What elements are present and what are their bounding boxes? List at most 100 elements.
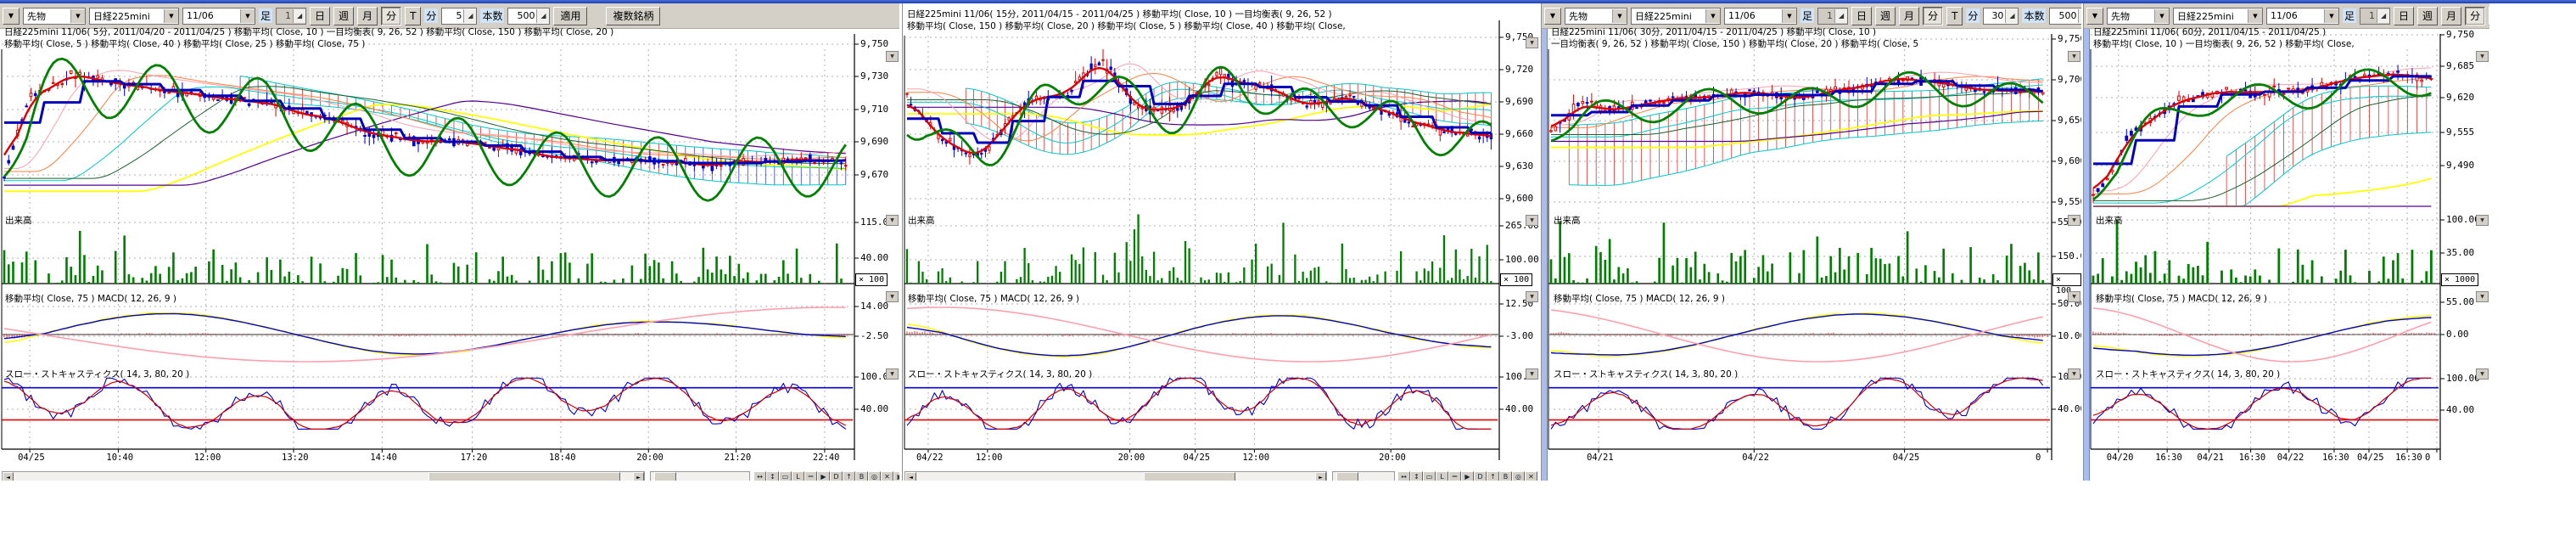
volume_ticks-tick-label: 150.00: [2058, 250, 2081, 262]
chart-tool-button[interactable]: ↑: [843, 471, 855, 481]
collapse-section-icon[interactable]: ▼: [1526, 291, 1538, 302]
chart-panel-nikkei-225mini-15min: 日経225mini 11/06( 15分, 2011/04/15 - 2011/…: [902, 3, 1539, 481]
price_ticks-tick-label: 9,490: [2446, 160, 2474, 171]
volume_ticks-tick-label: 35.00: [2446, 247, 2474, 258]
chart-tool-button[interactable]: ✕: [1525, 471, 1537, 481]
stoch_ticks-tick-label: 40.00: [860, 403, 888, 414]
chart-canvas[interactable]: [1542, 3, 2081, 481]
scroll-left-icon[interactable]: ◄: [905, 472, 916, 481]
chart-tool-button[interactable]: L: [1436, 471, 1448, 481]
zoom-slider-track[interactable]: [1333, 472, 1394, 481]
chart-tool-button[interactable]: ↑: [1487, 471, 1499, 481]
chart-tool-button[interactable]: ▶: [817, 471, 830, 481]
collapse-section-icon[interactable]: ▼: [1526, 368, 1538, 380]
stoch-section-label: スロー・ストキャスティクス( 14, 3, 80, 20 ): [908, 368, 1092, 380]
zoom-slider-thumb[interactable]: [1336, 472, 1358, 481]
time-axis-label: 0: [2425, 453, 2430, 463]
chart-tool-button[interactable]: ↔: [1397, 471, 1410, 481]
chart-tool-button[interactable]: D: [830, 471, 843, 481]
price_ticks-tick-label: 9,750: [2058, 33, 2081, 44]
chart-canvas[interactable]: [2084, 3, 2489, 481]
price_ticks-tick-label: 9,690: [860, 136, 888, 147]
volume-scale-badge: × 100: [2052, 273, 2081, 286]
chart-line: [907, 316, 1491, 356]
chart-title: 日経225mini 11/06( 60分, 2011/04/15 - 2011/…: [2093, 26, 2355, 50]
stoch_ticks-tick-label: 40.00: [1505, 403, 1533, 414]
macd-section-label: 移動平均( Close, 75 ) MACD( 12, 26, 9 ): [5, 292, 176, 305]
price_ticks-tick-label: 9,650: [2058, 115, 2081, 126]
chart-tool-button[interactable]: B: [855, 471, 868, 481]
chart-tool-button[interactable]: L: [792, 471, 804, 481]
chart-canvas[interactable]: [0, 3, 899, 481]
time-axis-label: 04/25: [18, 453, 45, 463]
chart-tool-button[interactable]: ◎: [868, 471, 881, 481]
chart-tool-button[interactable]: ✕: [881, 471, 893, 481]
zoom-slider[interactable]: [650, 471, 750, 481]
chart-title: 日経225mini 11/06( 5分, 2011/04/20 - 2011/0…: [4, 26, 613, 50]
price_ticks-tick-label: 9,630: [1505, 160, 1533, 172]
chart-tool-button[interactable]: ↔: [753, 471, 766, 481]
collapse-section-icon[interactable]: ▼: [1526, 215, 1538, 226]
price_ticks-tick-label: 9,620: [2446, 92, 2474, 103]
scroll-right-icon[interactable]: ►: [633, 472, 644, 481]
collapse-section-icon[interactable]: ▼: [2476, 291, 2489, 302]
horizontal-scrollbar[interactable]: ◄►: [2, 471, 645, 481]
time-axis-label: 04/25: [1893, 453, 1920, 463]
chart-line: [1551, 310, 2043, 362]
chart-tool-button[interactable]: ▶: [1461, 471, 1474, 481]
chart-line: [1551, 76, 2043, 127]
collapse-section-icon[interactable]: ▼: [2068, 215, 2080, 226]
chart-tool-button[interactable]: ＝: [1448, 471, 1461, 481]
horizontal-scrollbar[interactable]: ◄►: [904, 471, 1327, 481]
chart-tool-button[interactable]: ＝: [804, 471, 817, 481]
price_ticks-tick-label: 9,750: [2446, 29, 2474, 40]
macd_ticks-tick-label: 55.00: [2446, 296, 2474, 307]
chart-tool-button[interactable]: ▣: [893, 471, 899, 481]
price_ticks-tick-label: 9,750: [860, 38, 888, 49]
chart-line: [1551, 110, 2043, 147]
chart-tool-button[interactable]: ▭: [1423, 471, 1436, 481]
time-axis-label: 10:40: [106, 453, 133, 463]
chart-tool-button[interactable]: ↕: [1410, 471, 1423, 481]
stoch_ticks-tick-label: 100.00: [2446, 373, 2480, 384]
collapse-section-icon[interactable]: ▼: [2476, 51, 2489, 62]
collapse-section-icon[interactable]: ▼: [886, 291, 899, 302]
time-axis-label: 17:20: [461, 453, 488, 463]
zoom-slider[interactable]: [1332, 471, 1395, 481]
time-axis-label: 14:40: [370, 453, 397, 463]
chart-canvas[interactable]: [903, 3, 1539, 481]
scrollbar-thumb[interactable]: [1144, 472, 1235, 481]
chart-tool-button[interactable]: D: [1474, 471, 1487, 481]
chart-tool-button[interactable]: ◎: [1512, 471, 1525, 481]
chart-tool-button[interactable]: B: [1499, 471, 1512, 481]
scroll-left-icon[interactable]: ◄: [3, 472, 14, 481]
collapse-section-icon[interactable]: ▼: [2476, 215, 2489, 226]
collapse-section-icon[interactable]: ▼: [2476, 368, 2489, 380]
macd_ticks-tick-label: 0.00: [2446, 329, 2469, 340]
collapse-section-icon[interactable]: ▼: [886, 51, 899, 62]
collapse-section-icon[interactable]: ▼: [1526, 37, 1538, 48]
zoom-slider-thumb[interactable]: [654, 472, 676, 481]
time-axis-label: 12:00: [194, 453, 221, 463]
macd_ticks-tick-label: 10.00: [2058, 330, 2081, 341]
chart-tool-button[interactable]: ↕: [766, 471, 779, 481]
scrollbar-track[interactable]: [14, 472, 633, 481]
collapse-section-icon[interactable]: ▼: [886, 368, 899, 380]
chart-line: [1551, 378, 2043, 429]
time-axis-label: 16:30: [2395, 453, 2422, 463]
scrollbar-track[interactable]: [916, 472, 1315, 481]
collapse-section-icon[interactable]: ▼: [2068, 51, 2080, 62]
chart-tool-button[interactable]: ▭: [779, 471, 792, 481]
macd_ticks-tick-label: 14.00: [860, 301, 888, 312]
macd_ticks-tick-label: -3.00: [1505, 330, 1533, 341]
collapse-section-icon[interactable]: ▼: [886, 215, 899, 226]
price_ticks-tick-label: 9,555: [2446, 127, 2474, 138]
scrollbar-thumb[interactable]: [428, 472, 620, 481]
scroll-right-icon[interactable]: ►: [1315, 472, 1326, 481]
collapse-section-icon[interactable]: ▼: [2068, 368, 2080, 380]
collapse-section-icon[interactable]: ▼: [2068, 291, 2080, 302]
zoom-slider-track[interactable]: [651, 472, 749, 481]
chart-line: [2093, 378, 2431, 429]
chart-line: [2093, 70, 2431, 200]
chart-line: [907, 378, 1491, 429]
